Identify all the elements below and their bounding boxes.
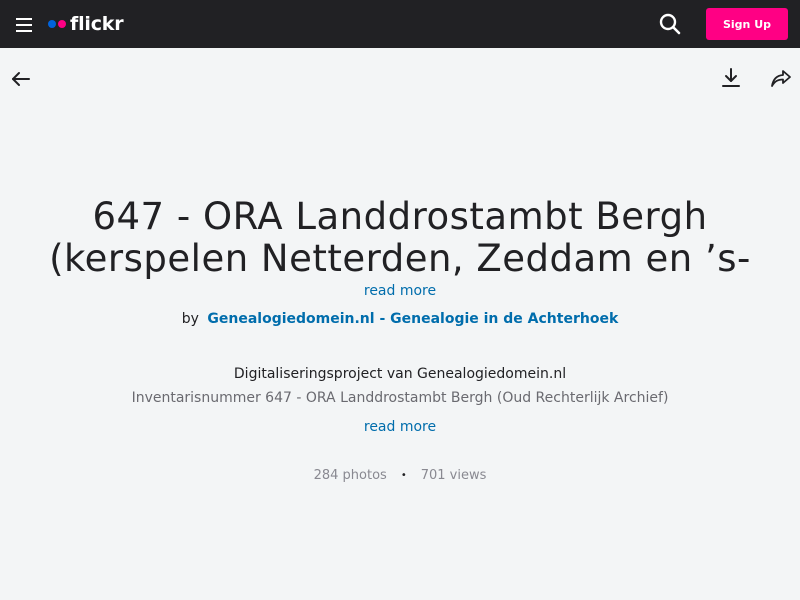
- photo-count: 284 photos: [313, 468, 387, 483]
- album-byline: by Genealogiedomein.nl - Genealogie in d…: [0, 311, 800, 327]
- view-count: 701 views: [420, 468, 487, 483]
- stats-separator: •: [400, 470, 407, 481]
- share-icon[interactable]: [770, 67, 792, 89]
- logo-blue-dot: [48, 20, 56, 28]
- by-label: by: [181, 311, 199, 327]
- flickr-logo[interactable]: flickr: [48, 10, 124, 38]
- menu-icon[interactable]: [16, 18, 32, 32]
- album-description-line-1: Digitaliseringsproject van Genealogiedom…: [233, 366, 567, 382]
- top-nav-bar: flickr Sign Up: [0, 0, 800, 48]
- back-arrow-icon[interactable]: [10, 68, 32, 90]
- sign-up-button[interactable]: Sign Up: [706, 8, 788, 40]
- logo-pink-dot: [58, 20, 66, 28]
- logo-wordmark: flickr: [70, 13, 124, 35]
- download-icon[interactable]: [720, 67, 742, 89]
- read-more-description-link[interactable]: read more: [0, 419, 800, 435]
- owner-link[interactable]: Genealogiedomein.nl - Genealogie in de A…: [207, 311, 618, 327]
- read-more-title-link[interactable]: read more: [0, 283, 800, 299]
- album-title: 647 - ORA Landdrostambt Bergh (kerspelen…: [49, 196, 751, 284]
- album-title-container: 647 - ORA Landdrostambt Bergh (kerspelen…: [20, 196, 780, 284]
- album-description-line-2: Inventarisnummer 647 - ORA Landdrostambt…: [131, 390, 669, 406]
- search-icon[interactable]: [658, 12, 682, 36]
- album-stats: 284 photos • 701 views: [0, 468, 800, 483]
